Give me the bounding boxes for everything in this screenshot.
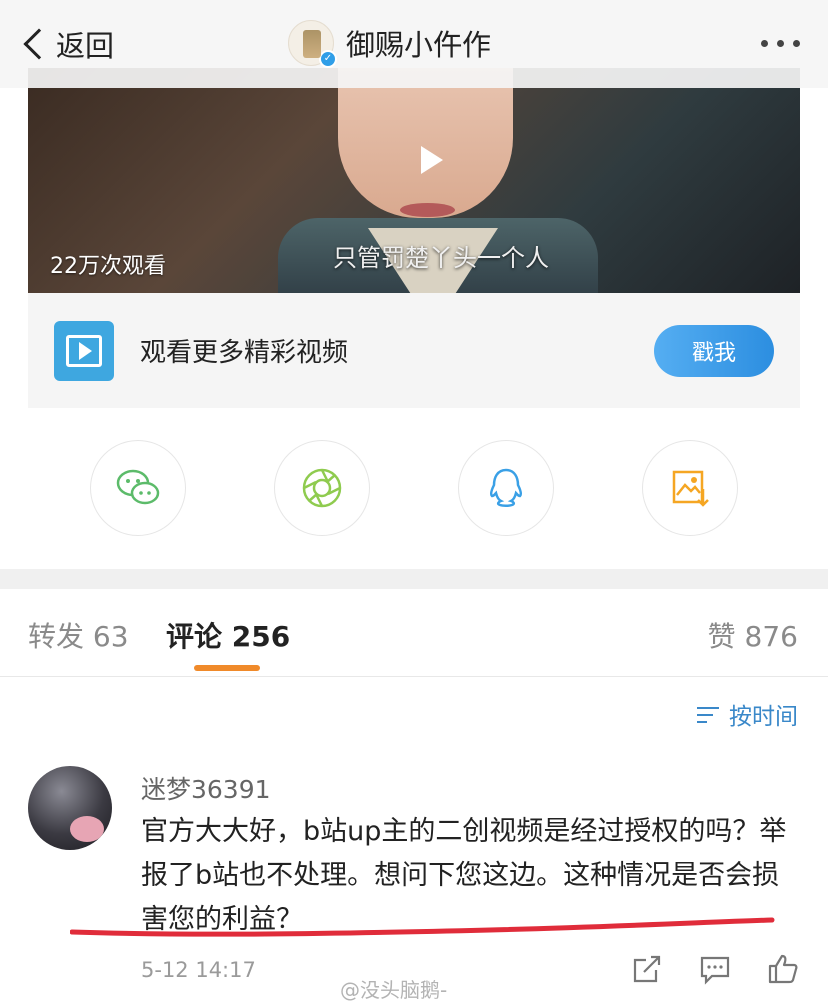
watermark: @没头脑鹅- [340,978,448,1002]
back-button[interactable]: 返回 [20,22,114,66]
video-frame-detail [400,203,455,217]
sort-icon [697,703,721,725]
video-player[interactable]: 22万次观看 只管罚楚丫头一个人 [28,68,800,293]
tab-repost[interactable]: 转发 63 [28,615,129,655]
save-image-icon [672,470,709,507]
share-row [0,440,828,538]
tab-likes[interactable]: 赞 876 [708,615,798,655]
dot [777,40,784,47]
top-nav-bar: 返回 ✓ 御赐小仵作 [0,0,828,88]
interaction-tabs: 转发 63 评论 256 赞 876 [0,589,828,677]
video-view-count: 22万次观看 [50,254,166,279]
play-icon[interactable] [421,146,443,174]
sort-label: 按时间 [729,704,798,730]
like-comment-icon[interactable] [766,952,800,986]
section-divider [0,569,828,589]
comment-item: 迷梦36391 官方大大好，b站up主的二创视频是经过授权的吗？举报了b站也不处… [0,762,828,1007]
comment-actions [630,952,800,986]
author-profile[interactable]: ✓ 御赐小仵作 [288,20,491,68]
share-qq-button[interactable] [458,440,554,536]
back-label: 返回 [56,29,115,63]
video-frame-face [338,68,513,218]
author-avatar[interactable]: ✓ [288,20,337,68]
weibo-post-page: 22万次观看 只管罚楚丫头一个人 返回 ✓ 御赐小仵作 观看更多精彩视频 戳我 [0,0,828,1007]
save-image-button[interactable] [642,440,738,536]
more-videos-label: 观看更多精彩视频 [140,338,349,368]
qq-icon [489,468,523,507]
wechat-icon [116,469,160,505]
more-videos-banner[interactable]: 观看更多精彩视频 戳我 [28,293,800,408]
tab-comments[interactable]: 评论 256 [166,615,290,655]
chevron-left-icon [23,28,55,60]
red-highlight-underline [70,917,775,937]
share-moments-button[interactable] [274,440,370,536]
moments-icon [302,468,342,508]
commenter-name[interactable]: 迷梦36391 [141,770,271,806]
author-name[interactable]: 御赐小仵作 [346,22,491,64]
share-wechat-button[interactable] [90,440,186,536]
commenter-avatar[interactable] [28,766,112,850]
comment-timestamp: 5-12 14:17 [141,958,256,982]
dot [793,40,800,47]
more-options-icon[interactable] [761,40,800,47]
video-subtitle: 只管罚楚丫头一个人 [333,244,549,272]
play-triangle [79,341,92,360]
sort-by-time-button[interactable]: 按时间 [697,697,798,731]
video-icon [54,320,114,381]
reply-comment-icon[interactable] [698,952,732,986]
active-tab-indicator [194,665,260,671]
share-comment-icon[interactable] [630,952,664,986]
poke-me-button[interactable]: 戳我 [654,325,774,377]
dot [761,40,768,47]
verified-badge-icon: ✓ [319,50,337,68]
